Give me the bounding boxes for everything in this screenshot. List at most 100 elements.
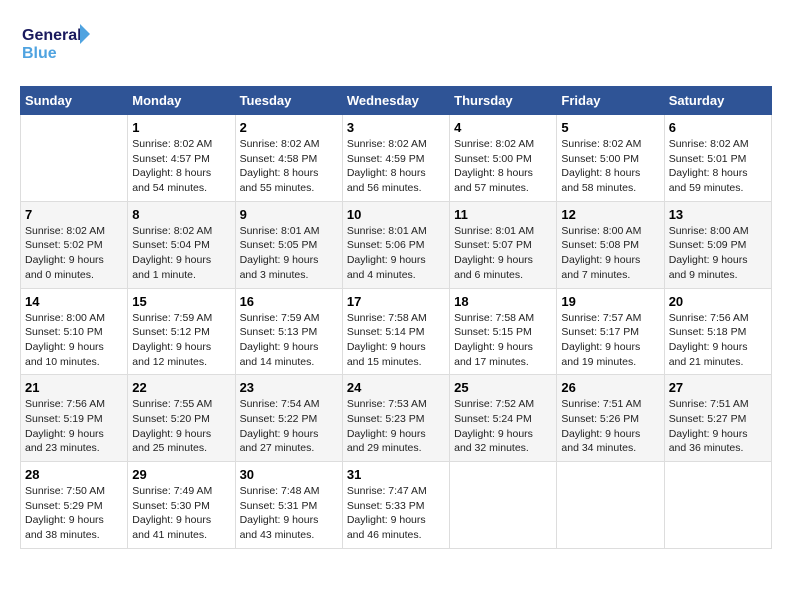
day-number: 23 <box>240 380 338 395</box>
calendar-week-row: 21 Sunrise: 7:56 AMSunset: 5:19 PMDayligh… <box>21 375 772 462</box>
logo: General Blue <box>20 20 90 70</box>
day-info: Sunrise: 7:53 AMSunset: 5:23 PMDaylight:… <box>347 397 445 456</box>
day-number: 25 <box>454 380 552 395</box>
calendar-cell: 12 Sunrise: 8:00 AMSunset: 5:08 PMDayligh… <box>557 201 664 288</box>
calendar-week-row: 7Sunrise: 8:02 AMSunset: 5:02 PMDaylight… <box>21 201 772 288</box>
day-info: Sunrise: 7:56 AMSunset: 5:19 PMDaylight:… <box>25 397 123 456</box>
day-number: 26 <box>561 380 659 395</box>
calendar-cell: 22 Sunrise: 7:55 AMSunset: 5:20 PMDayligh… <box>128 375 235 462</box>
day-info: Sunrise: 8:00 AMSunset: 5:08 PMDaylight:… <box>561 224 659 283</box>
day-number: 14 <box>25 294 123 309</box>
day-number: 19 <box>561 294 659 309</box>
day-info: Sunrise: 8:02 AMSunset: 5:00 PMDaylight:… <box>561 137 659 196</box>
day-info: Sunrise: 8:02 AMSunset: 4:57 PMDaylight:… <box>132 137 230 196</box>
day-info: Sunrise: 7:54 AMSunset: 5:22 PMDaylight:… <box>240 397 338 456</box>
day-info: Sunrise: 8:00 AMSunset: 5:09 PMDaylight:… <box>669 224 767 283</box>
day-info: Sunrise: 8:02 AMSunset: 4:59 PMDaylight:… <box>347 137 445 196</box>
calendar-cell: 2 Sunrise: 8:02 AMSunset: 4:58 PMDaylight… <box>235 115 342 202</box>
day-number: 5 <box>561 120 659 135</box>
day-number: 16 <box>240 294 338 309</box>
calendar-cell <box>557 462 664 549</box>
calendar-cell: 19 Sunrise: 7:57 AMSunset: 5:17 PMDayligh… <box>557 288 664 375</box>
day-number: 2 <box>240 120 338 135</box>
day-info: Sunrise: 8:01 AMSunset: 5:06 PMDaylight:… <box>347 224 445 283</box>
calendar-header-row: SundayMondayTuesdayWednesdayThursdayFrid… <box>21 87 772 115</box>
calendar-cell: 16Sunrise: 7:59 AMSunset: 5:13 PMDayligh… <box>235 288 342 375</box>
svg-text:General: General <box>22 27 82 44</box>
calendar-cell: 26 Sunrise: 7:51 AMSunset: 5:26 PMDayligh… <box>557 375 664 462</box>
page-header: General Blue <box>20 20 772 70</box>
calendar-cell: 21 Sunrise: 7:56 AMSunset: 5:19 PMDayligh… <box>21 375 128 462</box>
day-number: 24 <box>347 380 445 395</box>
calendar-cell: 25 Sunrise: 7:52 AMSunset: 5:24 PMDayligh… <box>450 375 557 462</box>
calendar-cell: 28 Sunrise: 7:50 AMSunset: 5:29 PMDayligh… <box>21 462 128 549</box>
day-number: 11 <box>454 207 552 222</box>
day-info: Sunrise: 8:02 AMSunset: 5:01 PMDaylight:… <box>669 137 767 196</box>
day-info: Sunrise: 7:59 AMSunset: 5:12 PMDaylight:… <box>132 311 230 370</box>
day-number: 12 <box>561 207 659 222</box>
day-number: 22 <box>132 380 230 395</box>
calendar-cell: 23 Sunrise: 7:54 AMSunset: 5:22 PMDayligh… <box>235 375 342 462</box>
day-info: Sunrise: 7:48 AMSunset: 5:31 PMDaylight:… <box>240 484 338 543</box>
day-info: Sunrise: 8:02 AMSunset: 5:00 PMDaylight:… <box>454 137 552 196</box>
calendar-cell: 30 Sunrise: 7:48 AMSunset: 5:31 PMDayligh… <box>235 462 342 549</box>
calendar-cell: 10Sunrise: 8:01 AMSunset: 5:06 PMDayligh… <box>342 201 449 288</box>
day-number: 17 <box>347 294 445 309</box>
day-info: Sunrise: 8:01 AMSunset: 5:05 PMDaylight:… <box>240 224 338 283</box>
day-number: 9 <box>240 207 338 222</box>
calendar-cell: 14 Sunrise: 8:00 AMSunset: 5:10 PMDayligh… <box>21 288 128 375</box>
calendar-cell: 18 Sunrise: 7:58 AMSunset: 5:15 PMDayligh… <box>450 288 557 375</box>
weekday-header: Saturday <box>664 87 771 115</box>
day-number: 30 <box>240 467 338 482</box>
calendar-table: SundayMondayTuesdayWednesdayThursdayFrid… <box>20 86 772 549</box>
calendar-cell: 20 Sunrise: 7:56 AMSunset: 5:18 PMDayligh… <box>664 288 771 375</box>
calendar-cell: 6 Sunrise: 8:02 AMSunset: 5:01 PMDaylight… <box>664 115 771 202</box>
day-info: Sunrise: 8:00 AMSunset: 5:10 PMDaylight:… <box>25 311 123 370</box>
calendar-cell: 31 Sunrise: 7:47 AMSunset: 5:33 PMDayligh… <box>342 462 449 549</box>
day-number: 27 <box>669 380 767 395</box>
weekday-header: Friday <box>557 87 664 115</box>
calendar-cell <box>664 462 771 549</box>
day-info: Sunrise: 7:50 AMSunset: 5:29 PMDaylight:… <box>25 484 123 543</box>
calendar-cell <box>450 462 557 549</box>
day-info: Sunrise: 7:51 AMSunset: 5:26 PMDaylight:… <box>561 397 659 456</box>
day-info: Sunrise: 7:52 AMSunset: 5:24 PMDaylight:… <box>454 397 552 456</box>
calendar-cell: 8Sunrise: 8:02 AMSunset: 5:04 PMDaylight… <box>128 201 235 288</box>
calendar-cell: 29 Sunrise: 7:49 AMSunset: 5:30 PMDayligh… <box>128 462 235 549</box>
day-info: Sunrise: 7:55 AMSunset: 5:20 PMDaylight:… <box>132 397 230 456</box>
day-number: 1 <box>132 120 230 135</box>
day-number: 18 <box>454 294 552 309</box>
day-number: 6 <box>669 120 767 135</box>
day-number: 13 <box>669 207 767 222</box>
day-info: Sunrise: 8:01 AMSunset: 5:07 PMDaylight:… <box>454 224 552 283</box>
weekday-header: Tuesday <box>235 87 342 115</box>
day-number: 28 <box>25 467 123 482</box>
weekday-header: Sunday <box>21 87 128 115</box>
calendar-cell <box>21 115 128 202</box>
calendar-cell: 13 Sunrise: 8:00 AMSunset: 5:09 PMDayligh… <box>664 201 771 288</box>
calendar-cell: 11 Sunrise: 8:01 AMSunset: 5:07 PMDayligh… <box>450 201 557 288</box>
calendar-cell: 7Sunrise: 8:02 AMSunset: 5:02 PMDaylight… <box>21 201 128 288</box>
day-number: 31 <box>347 467 445 482</box>
svg-text:Blue: Blue <box>22 45 57 62</box>
day-number: 3 <box>347 120 445 135</box>
calendar-week-row: 14 Sunrise: 8:00 AMSunset: 5:10 PMDayligh… <box>21 288 772 375</box>
day-number: 15 <box>132 294 230 309</box>
day-number: 21 <box>25 380 123 395</box>
day-info: Sunrise: 7:58 AMSunset: 5:15 PMDaylight:… <box>454 311 552 370</box>
day-info: Sunrise: 7:58 AMSunset: 5:14 PMDaylight:… <box>347 311 445 370</box>
day-info: Sunrise: 8:02 AMSunset: 4:58 PMDaylight:… <box>240 137 338 196</box>
calendar-week-row: 1 Sunrise: 8:02 AMSunset: 4:57 PMDaylight… <box>21 115 772 202</box>
day-number: 8 <box>132 207 230 222</box>
calendar-cell: 24 Sunrise: 7:53 AMSunset: 5:23 PMDayligh… <box>342 375 449 462</box>
day-info: Sunrise: 8:02 AMSunset: 5:02 PMDaylight:… <box>25 224 123 283</box>
calendar-cell: 1 Sunrise: 8:02 AMSunset: 4:57 PMDaylight… <box>128 115 235 202</box>
day-info: Sunrise: 7:49 AMSunset: 5:30 PMDaylight:… <box>132 484 230 543</box>
calendar-cell: 17 Sunrise: 7:58 AMSunset: 5:14 PMDayligh… <box>342 288 449 375</box>
day-info: Sunrise: 7:56 AMSunset: 5:18 PMDaylight:… <box>669 311 767 370</box>
day-info: Sunrise: 7:47 AMSunset: 5:33 PMDaylight:… <box>347 484 445 543</box>
day-number: 20 <box>669 294 767 309</box>
day-info: Sunrise: 7:57 AMSunset: 5:17 PMDaylight:… <box>561 311 659 370</box>
day-number: 4 <box>454 120 552 135</box>
day-number: 29 <box>132 467 230 482</box>
